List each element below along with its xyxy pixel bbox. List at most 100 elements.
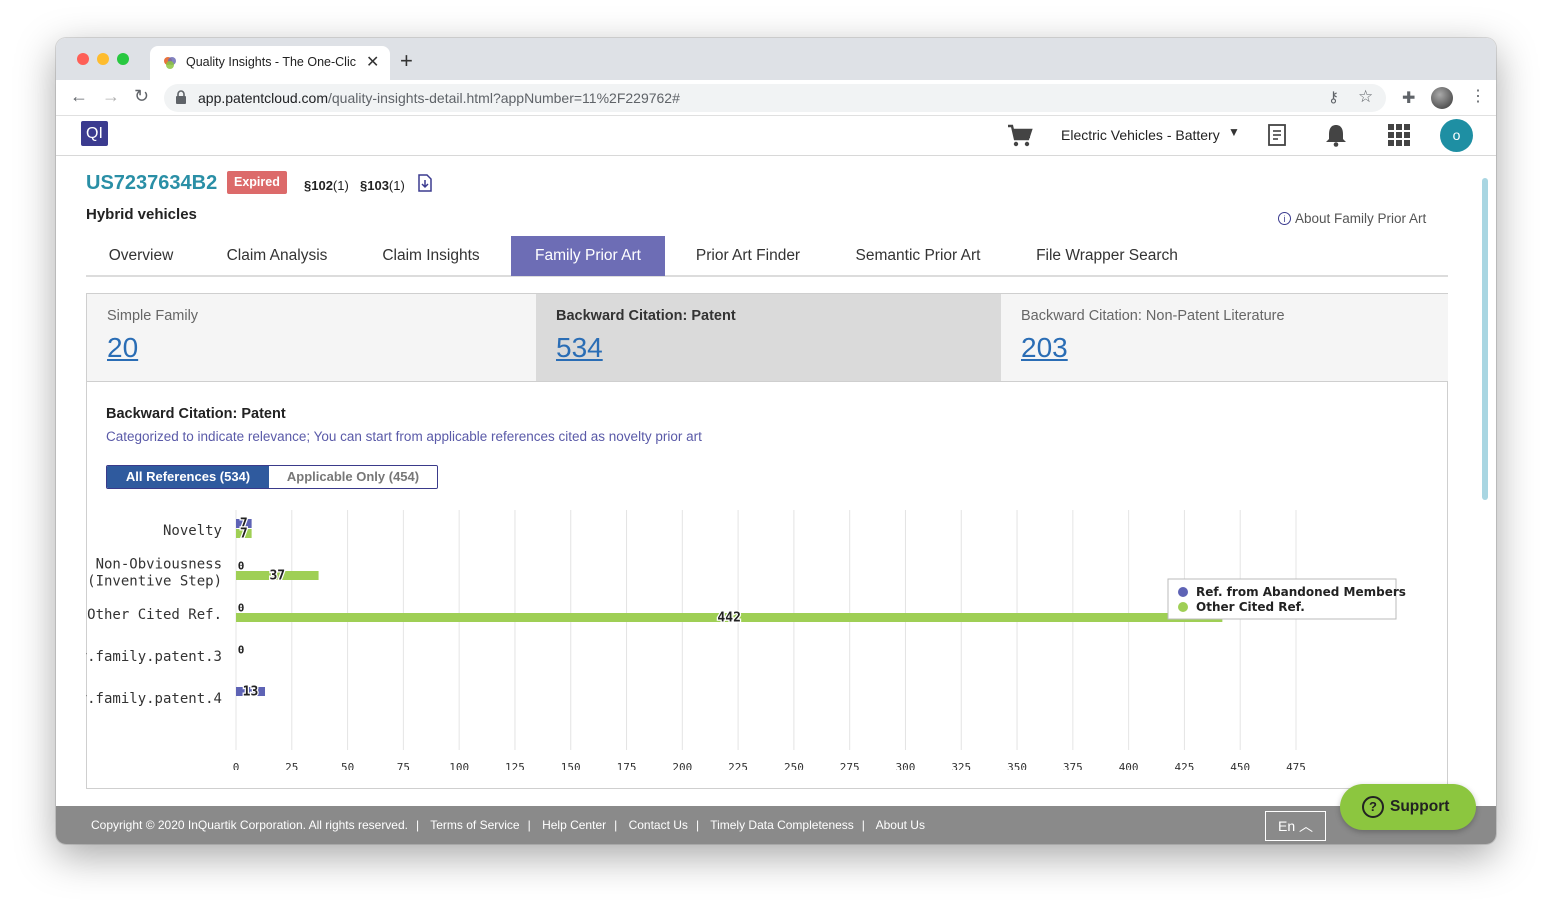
lock-icon: [176, 90, 186, 104]
data-label: 7: [240, 527, 248, 542]
tab-title: Quality Insights - The One-Clic: [186, 55, 356, 69]
section-103-count[interactable]: §103(1): [360, 178, 405, 193]
x-tick-label: 400: [1119, 761, 1139, 770]
patent-title: Hybrid vehicles: [86, 206, 197, 223]
browser-profile-avatar[interactable]: [1431, 87, 1453, 109]
category-label: idity.family.patent.4: [86, 691, 222, 707]
stat-backward-citation-npl[interactable]: Backward Citation: Non-Patent Literature…: [1001, 294, 1448, 382]
language-selector[interactable]: En ︿: [1265, 811, 1326, 841]
x-tick-label: 350: [1007, 761, 1027, 770]
section-title: Backward Citation: Patent: [106, 406, 286, 422]
stat-simple-family[interactable]: Simple Family 20: [87, 294, 536, 382]
support-button[interactable]: ? Support: [1340, 784, 1476, 830]
stat-value[interactable]: 534: [556, 332, 603, 364]
browser-tab[interactable]: Quality Insights - The One-Clic ✕: [150, 46, 390, 80]
reference-filter-toggle: All References (534) Applicable Only (45…: [106, 465, 438, 489]
x-tick-label: 375: [1063, 761, 1083, 770]
app-header: QI Electric Vehicles - Battery ▼ o: [56, 116, 1496, 156]
maximize-window-button[interactable]: [117, 53, 129, 65]
export-icon[interactable]: [1264, 122, 1290, 148]
data-label: 0: [238, 602, 245, 615]
footer: Copyright © 2020 InQuartik Corporation. …: [56, 806, 1496, 844]
category-label: Novelty: [163, 523, 222, 539]
close-window-button[interactable]: [77, 53, 89, 65]
apps-grid-icon[interactable]: [1386, 122, 1412, 148]
footer-links: Copyright © 2020 InQuartik Corporation. …: [91, 818, 925, 832]
citation-bar-chart: 0 25 50 75 100 125 150 175 200 225 250 275 300 325 350…: [86, 510, 1406, 770]
x-tick-label: 25: [285, 761, 298, 770]
qi-logo[interactable]: QI: [81, 121, 108, 146]
stat-value[interactable]: 203: [1021, 332, 1068, 364]
category-label: (Inventive Step): [87, 574, 222, 590]
bookmark-star-icon[interactable]: ☆: [1358, 87, 1373, 107]
stat-backward-citation-patent[interactable]: Backward Citation: Patent 534: [536, 294, 1001, 382]
tab-claim-analysis[interactable]: Claim Analysis: [204, 236, 350, 276]
data-label: 13: [243, 685, 259, 700]
copyright-text: Copyright © 2020 InQuartik Corporation. …: [91, 818, 408, 832]
x-tick-label: 125: [505, 761, 525, 770]
help-icon: ?: [1362, 796, 1384, 818]
tab-family-prior-art[interactable]: Family Prior Art: [511, 236, 665, 276]
key-icon[interactable]: ⚷: [1328, 88, 1339, 106]
address-toolbar: ← → ↻ app.patentcloud.com/quality-insigh…: [56, 80, 1496, 116]
chevron-down-icon[interactable]: ▼: [1228, 125, 1240, 139]
main-tabs: Overview Claim Analysis Claim Insights F…: [86, 236, 1448, 277]
favicon-icon: [164, 57, 176, 69]
extensions-icon[interactable]: ✚: [1402, 88, 1415, 108]
download-document-icon[interactable]: [418, 174, 432, 192]
about-us-link[interactable]: About Us: [876, 818, 925, 832]
tab-prior-art-finder[interactable]: Prior Art Finder: [676, 236, 820, 276]
address-bar[interactable]: app.patentcloud.com/quality-insights-det…: [164, 84, 1386, 112]
data-completeness-link[interactable]: Timely Data Completeness: [710, 818, 854, 832]
project-selector[interactable]: Electric Vehicles - Battery: [1061, 127, 1220, 143]
data-label: 37: [269, 569, 285, 584]
legend-marker: [1178, 587, 1188, 597]
x-tick-label: 250: [784, 761, 804, 770]
tab-semantic-prior-art[interactable]: Semantic Prior Art: [832, 236, 1004, 276]
terms-link[interactable]: Terms of Service: [430, 818, 519, 832]
x-tick-label: 200: [672, 761, 692, 770]
user-avatar[interactable]: o: [1440, 119, 1473, 152]
x-tick-label: 325: [951, 761, 971, 770]
section-102-count[interactable]: §102(1): [304, 178, 349, 193]
legend-label: Ref. from Abandoned Members: [1196, 585, 1406, 599]
reload-icon[interactable]: ↻: [134, 86, 149, 107]
x-tick-label: 75: [397, 761, 410, 770]
cart-icon[interactable]: [1006, 122, 1034, 148]
legend-label: Other Cited Ref.: [1196, 600, 1305, 614]
back-icon[interactable]: ←: [70, 86, 88, 107]
data-label: 0: [238, 644, 245, 657]
browser-menu-icon[interactable]: ⋮: [1470, 86, 1486, 106]
category-label: Non-Obviousness: [96, 557, 222, 573]
new-tab-button[interactable]: +: [400, 48, 413, 74]
data-label: 442: [717, 611, 740, 626]
close-tab-icon[interactable]: ✕: [366, 52, 379, 72]
stat-value[interactable]: 20: [107, 332, 138, 364]
x-tick-label: 450: [1230, 761, 1250, 770]
url-text: app.patentcloud.com/quality-insights-det…: [198, 90, 680, 106]
category-label: idity.family.patent.3: [86, 649, 222, 665]
x-tick-label: 475: [1286, 761, 1306, 770]
x-tick-label: 425: [1174, 761, 1194, 770]
page-scrollbar[interactable]: [1482, 178, 1488, 500]
tab-strip: Quality Insights - The One-Clic ✕ +: [56, 38, 1496, 80]
contact-link[interactable]: Contact Us: [629, 818, 688, 832]
applicable-only-button[interactable]: Applicable Only (454): [269, 466, 437, 488]
bell-icon[interactable]: [1323, 122, 1349, 148]
x-tick-label: 225: [728, 761, 748, 770]
data-label: 0: [238, 560, 245, 573]
legend-marker: [1178, 602, 1188, 612]
stat-label: Simple Family: [107, 308, 199, 324]
about-family-prior-art-link[interactable]: i About Family Prior Art: [1278, 211, 1426, 226]
all-references-button[interactable]: All References (534): [107, 466, 269, 488]
help-center-link[interactable]: Help Center: [542, 818, 606, 832]
x-tick-label: 50: [341, 761, 354, 770]
minimize-window-button[interactable]: [97, 53, 109, 65]
browser-window: Quality Insights - The One-Clic ✕ + ← → …: [56, 38, 1496, 844]
tab-claim-insights[interactable]: Claim Insights: [362, 236, 500, 276]
info-icon: i: [1278, 212, 1291, 225]
tab-file-wrapper-search[interactable]: File Wrapper Search: [1016, 236, 1198, 276]
tab-overview[interactable]: Overview: [86, 236, 196, 276]
stat-label: Backward Citation: Patent: [556, 308, 736, 324]
forward-icon[interactable]: →: [102, 86, 120, 107]
